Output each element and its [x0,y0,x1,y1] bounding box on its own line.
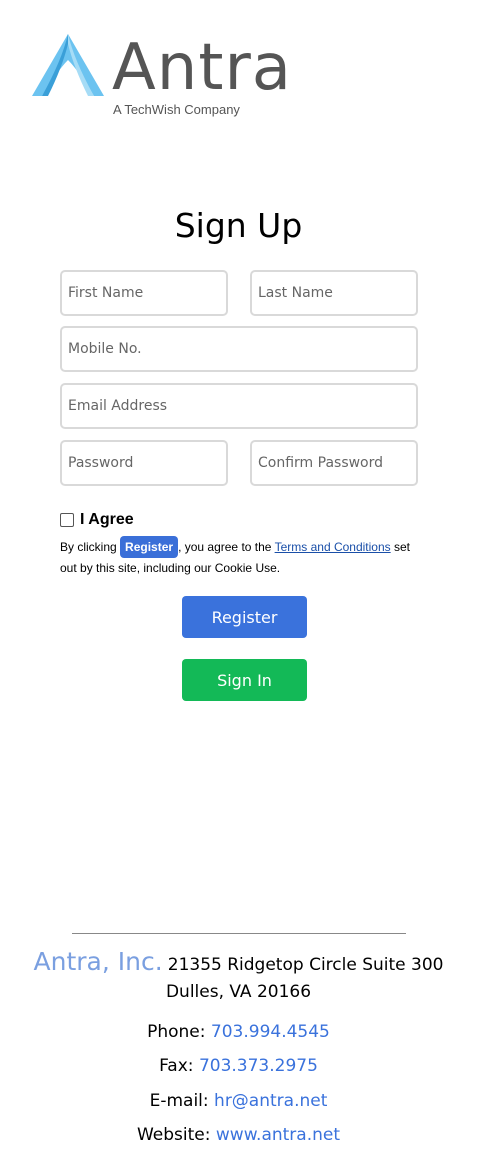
confirm-password-field[interactable] [250,440,418,486]
footer-divider [72,933,406,934]
sign-in-button[interactable]: Sign In [182,659,307,701]
first-name-field[interactable] [60,270,228,316]
antra-logo-mark-icon [32,34,104,96]
terms-middle: , you agree to the [178,540,272,554]
agree-row: I Agree [60,511,134,529]
footer-email-label: E-mail: [149,1091,209,1111]
antra-logo: Antra A TechWish Company [28,30,298,122]
last-name-field[interactable] [250,270,418,316]
terms-register-badge: Register [120,536,179,558]
footer-address-line1: Antra, Inc. 21355 Ridgetop Circle Suite … [0,947,477,976]
footer-fax: Fax: 703.373.2975 [0,1056,477,1076]
terms-prefix: By clicking [60,540,117,554]
footer-fax-link[interactable]: 703.373.2975 [199,1056,318,1076]
footer-phone-link[interactable]: 703.994.4545 [211,1022,330,1042]
register-button[interactable]: Register [182,596,307,638]
footer-address-street: 21355 Ridgetop Circle Suite 300 [167,955,444,975]
footer-fax-label: Fax: [159,1056,194,1076]
page-title: Sign Up [174,206,303,245]
footer-company-name: Antra, Inc. [33,947,163,976]
footer-website-link[interactable]: www.antra.net [216,1125,340,1145]
terms-text: By clicking Register, you agree to the T… [60,536,430,579]
mobile-field[interactable] [60,326,418,372]
footer-address-line2: Dulles, VA 20166 [165,982,312,1002]
password-field[interactable] [60,440,228,486]
email-field[interactable] [60,383,418,429]
footer-website-label: Website: [136,1125,211,1145]
footer-phone-label: Phone: [147,1022,206,1042]
agree-label[interactable]: I Agree [80,511,134,529]
logo-wordmark: Antra [112,31,292,105]
terms-link[interactable]: Terms and Conditions [275,540,391,554]
footer-website: Website: www.antra.net [0,1125,477,1145]
logo-tagline: A TechWish Company [113,102,240,117]
footer-phone: Phone: 703.994.4545 [0,1022,477,1042]
agree-checkbox[interactable] [60,513,74,527]
footer-email: E-mail: hr@antra.net [0,1091,477,1111]
footer-email-link[interactable]: hr@antra.net [214,1091,327,1111]
